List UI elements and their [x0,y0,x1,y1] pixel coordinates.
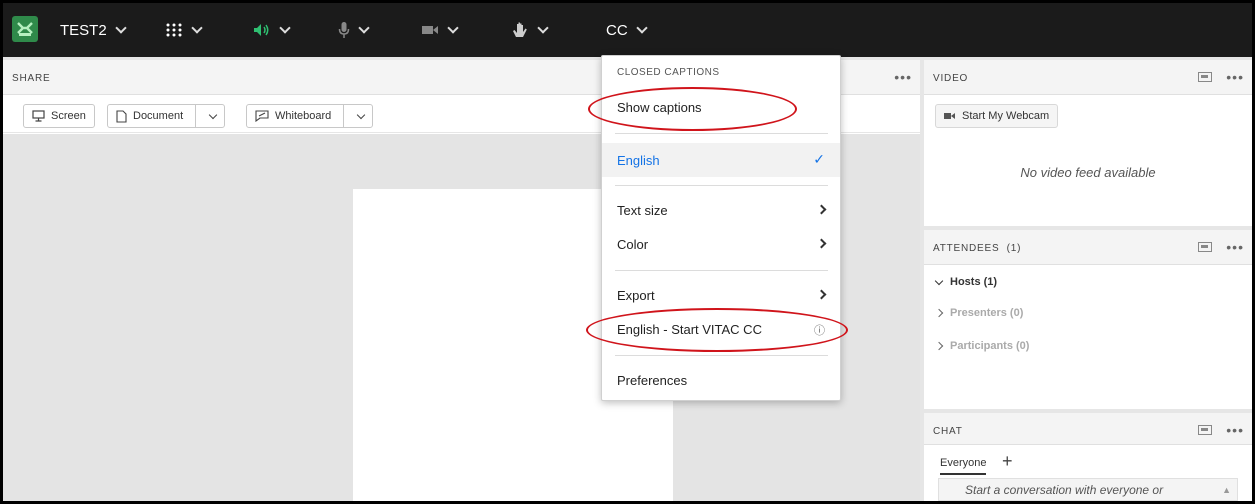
share-screen-button[interactable]: Screen [23,104,95,128]
maximize-icon[interactable] [1198,425,1212,435]
app-window: TEST2 CC SHARE ••• Screen Document White… [3,3,1252,501]
participants-group[interactable]: Participants (0) [934,340,1030,352]
speaker-menu[interactable] [253,3,291,57]
chevron-down-icon [358,22,370,34]
chat-tab-everyone[interactable]: Everyone [940,457,987,475]
raise-hand-menu[interactable] [511,3,549,57]
chevron-right-icon [816,238,827,249]
attendees-pod: ATTENDEES (1) ••• Hosts (1) Presenters (… [924,230,1252,409]
share-document-button[interactable]: Document [107,104,226,128]
video-pod: VIDEO ••• Start My Webcam No video feed … [924,60,1252,226]
chevron-down-icon [208,110,218,119]
closed-captions-menu[interactable]: CC [606,3,648,57]
chevron-down-icon [447,22,459,34]
hosts-label: Hosts (1) [950,276,998,288]
chevron-down-icon [934,276,944,285]
start-webcam-button[interactable]: Start My Webcam [935,104,1059,128]
menu-header: CLOSED CAPTIONS [617,67,720,78]
document-icon [116,109,127,123]
color-label: Color [617,236,649,252]
english-label: English [617,152,660,168]
menu-separator [615,270,828,271]
annotation-oval [588,87,797,131]
menu-separator [615,355,828,356]
divider [343,105,345,127]
annotation-oval [586,308,848,352]
share-pod-title: SHARE [12,73,51,84]
hosts-group[interactable]: Hosts (1) [934,276,998,288]
scroll-up-icon[interactable]: ▲ [1222,485,1231,495]
text-size-label: Text size [617,202,668,218]
share-whiteboard-label: Whiteboard [275,110,332,122]
preferences-item[interactable]: Preferences [602,365,840,395]
chevron-right-icon [934,308,944,318]
menu-separator [615,133,828,134]
more-options-icon[interactable]: ••• [894,69,912,85]
share-document-label: Document [133,110,184,122]
meeting-menu[interactable]: TEST2 [60,3,127,57]
chat-pod: CHAT ••• Everyone + Start a conversation… [924,413,1252,501]
chevron-down-icon [537,22,549,34]
chat-input[interactable]: Start a conversation with everyone or ▲ [938,478,1238,501]
export-label: Export [617,287,655,303]
whiteboard-icon [255,110,269,122]
chevron-down-icon [279,22,291,34]
participants-label: Participants (0) [950,340,1030,352]
maximize-icon[interactable] [1198,72,1212,82]
share-whiteboard-button[interactable]: Whiteboard [246,104,374,128]
maximize-icon[interactable] [1198,242,1212,252]
attendees-pod-header: ATTENDEES (1) ••• [924,230,1252,265]
camera-icon [422,26,438,34]
top-toolbar: TEST2 CC [3,3,1252,57]
microphone-icon [338,22,350,38]
more-options-icon[interactable]: ••• [1226,69,1244,85]
chevron-right-icon [816,289,827,300]
chat-pod-header: CHAT ••• [924,413,1252,445]
microphone-menu[interactable] [338,3,370,57]
camera-icon [944,113,955,119]
start-webcam-label: Start My Webcam [962,110,1050,122]
grid-icon [166,23,182,37]
chevron-right-icon [816,204,827,215]
export-item[interactable]: Export [602,280,840,310]
preferences-label: Preferences [617,372,688,388]
no-video-message: No video feed available [1020,165,1156,180]
more-options-icon[interactable]: ••• [1226,239,1244,255]
presenters-group[interactable]: Presenters (0) [934,307,1024,319]
chevron-down-icon [357,110,366,119]
whiteboard-dropdown-button[interactable] [350,110,372,119]
menu-separator [615,185,828,186]
checkmark-icon: ✓ [813,151,825,167]
monitor-icon [32,110,45,122]
camera-menu[interactable] [421,3,459,57]
add-chat-tab-icon[interactable]: + [1002,451,1013,472]
chevron-right-icon [934,341,944,351]
raise-hand-icon [513,22,527,37]
color-item[interactable]: Color [602,229,840,259]
document-dropdown-button[interactable] [202,110,224,119]
layouts-menu[interactable] [165,3,203,57]
divider [195,105,197,127]
chevron-down-icon [191,22,203,34]
video-pod-header: VIDEO ••• [924,60,1252,95]
meeting-name: TEST2 [60,21,107,39]
text-size-item[interactable]: Text size [602,195,840,225]
language-english-item[interactable]: English ✓ [602,143,840,177]
video-pod-title: VIDEO [933,73,969,84]
speaker-icon [254,24,269,36]
more-options-icon[interactable]: ••• [1226,422,1244,438]
presenters-label: Presenters (0) [950,307,1024,319]
chat-placeholder: Start a conversation with everyone or [965,483,1164,497]
chat-pod-title: CHAT [933,426,963,437]
cc-label: CC [606,21,628,39]
chevron-down-icon [115,22,127,34]
chevron-down-icon [636,22,648,34]
share-screen-label: Screen [51,110,86,122]
app-logo-icon[interactable] [12,16,38,42]
attendees-pod-title: ATTENDEES (1) [933,243,1022,254]
